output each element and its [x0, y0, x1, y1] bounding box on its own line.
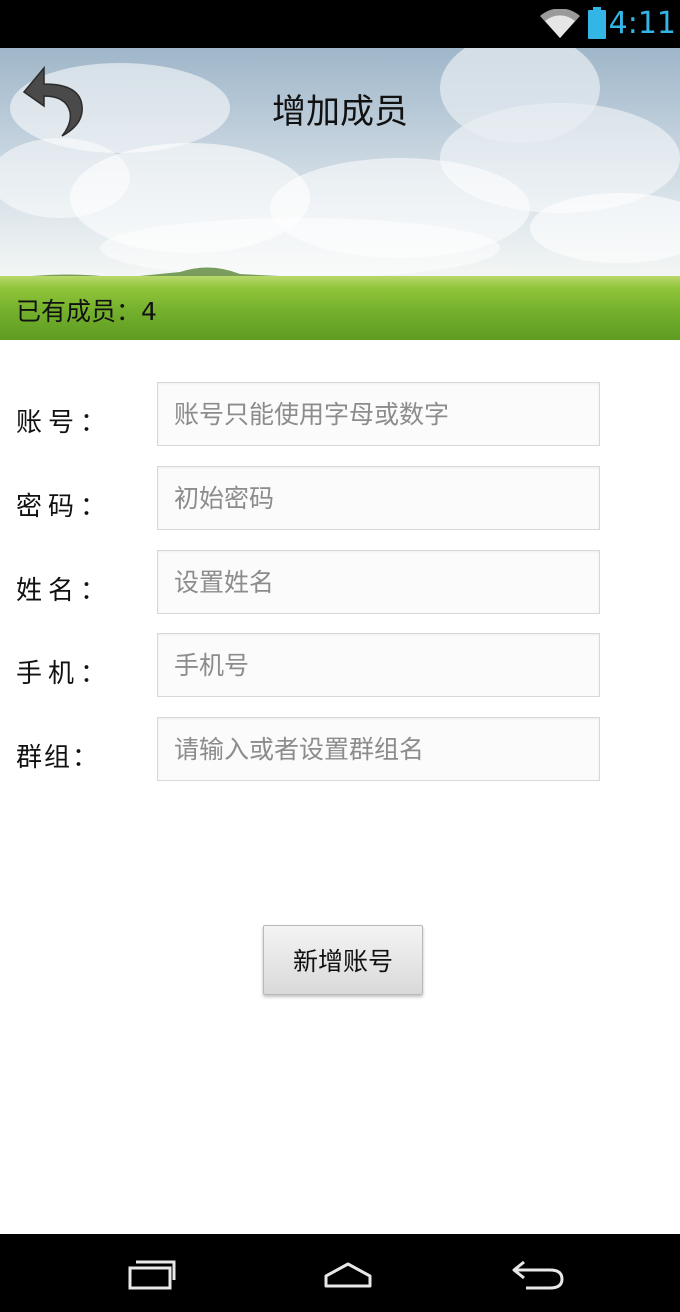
account-row: 账号：: [0, 382, 680, 446]
back-icon: [512, 1260, 564, 1290]
group-input[interactable]: [157, 717, 600, 781]
account-input[interactable]: [157, 382, 600, 446]
phone-input[interactable]: [157, 633, 600, 697]
name-label: 姓名：: [16, 576, 113, 606]
phone-row: 手机：: [0, 633, 680, 697]
group-label: 群组：: [16, 743, 101, 773]
header-banner: 增加成员 已有成员：4: [0, 48, 680, 340]
clock: 4:11: [608, 6, 676, 41]
password-label: 密码：: [16, 492, 113, 522]
page-title: 增加成员: [272, 92, 408, 132]
battery-icon: [588, 7, 606, 39]
account-label: 账号：: [16, 408, 113, 438]
wifi-icon: [540, 9, 580, 38]
status-bar: 4:11: [0, 0, 680, 48]
system-back-button[interactable]: [476, 1234, 596, 1312]
home-icon: [324, 1262, 372, 1288]
name-row: 姓名：: [0, 550, 680, 614]
home-button[interactable]: [287, 1234, 407, 1312]
name-input[interactable]: [157, 550, 600, 614]
navigation-bar: [0, 1234, 680, 1312]
password-input[interactable]: [157, 466, 600, 530]
recent-apps-button[interactable]: [92, 1234, 212, 1312]
group-row: 群组：: [0, 717, 680, 781]
recent-apps-icon: [128, 1260, 176, 1290]
add-account-button[interactable]: 新增账号: [263, 925, 423, 995]
phone-label: 手机：: [16, 659, 113, 689]
member-count-label: 已有成员：4: [16, 297, 157, 326]
password-row: 密码：: [0, 466, 680, 530]
